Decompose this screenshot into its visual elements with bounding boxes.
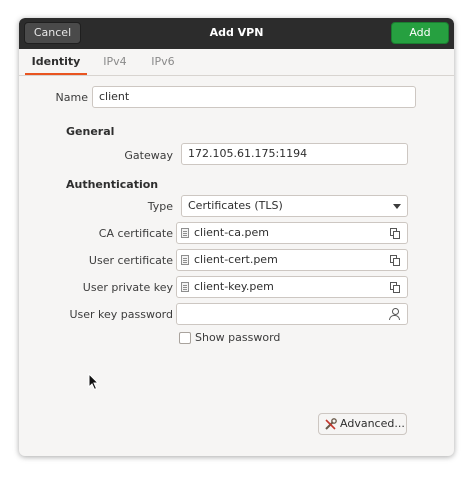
tab-identity[interactable]: Identity [25,49,87,75]
name-label: Name [55,91,88,104]
name-field[interactable]: client [92,86,416,108]
dialog-title: Add VPN [209,26,264,39]
user-private-key-chooser[interactable]: client-key.pem [176,276,408,298]
file-icon [181,282,189,292]
gateway-field[interactable]: 172.105.61.175:1194 [181,143,408,165]
ca-certificate-label: CA certificate [98,227,173,240]
tab-ipv4[interactable]: IPv4 [94,49,136,75]
type-label: Type [147,200,173,213]
type-dropdown[interactable]: Certificates (TLS) [181,195,408,217]
person-icon[interactable] [389,308,400,321]
authentication-heading: Authentication [66,178,159,191]
advanced-button[interactable]: Advanced... [318,413,407,435]
user-private-key-label: User private key [82,281,173,294]
type-dropdown-value: Certificates (TLS) [188,199,283,212]
tab-bar: Identity IPv4 IPv6 [19,49,454,76]
tab-ipv6[interactable]: IPv6 [142,49,184,75]
ca-certificate-chooser[interactable]: client-ca.pem [176,222,408,244]
user-key-password-field[interactable] [176,303,408,325]
tools-icon [324,418,337,431]
user-private-key-value: client-key.pem [194,280,274,293]
titlebar: Cancel Add VPN Add [19,18,454,49]
ca-certificate-value: client-ca.pem [194,226,269,239]
show-password-label[interactable]: Show password [195,331,280,344]
gateway-label: Gateway [124,149,173,162]
mouse-pointer-icon [88,373,100,391]
show-password-checkbox[interactable] [179,332,191,344]
chevron-down-icon [393,204,401,209]
user-certificate-value: client-cert.pem [194,253,278,266]
copy-icon[interactable] [390,255,401,266]
add-button[interactable]: Add [391,22,449,44]
user-key-password-label: User key password [69,308,173,321]
file-icon [181,255,189,265]
copy-icon[interactable] [390,282,401,293]
user-certificate-chooser[interactable]: client-cert.pem [176,249,408,271]
general-heading: General [66,125,115,138]
user-certificate-label: User certificate [88,254,173,267]
copy-icon[interactable] [390,228,401,239]
add-vpn-dialog: Cancel Add VPN Add Identity IPv4 IPv6 Na… [19,18,454,456]
advanced-button-label: Advanced... [340,417,405,430]
file-icon [181,228,189,238]
